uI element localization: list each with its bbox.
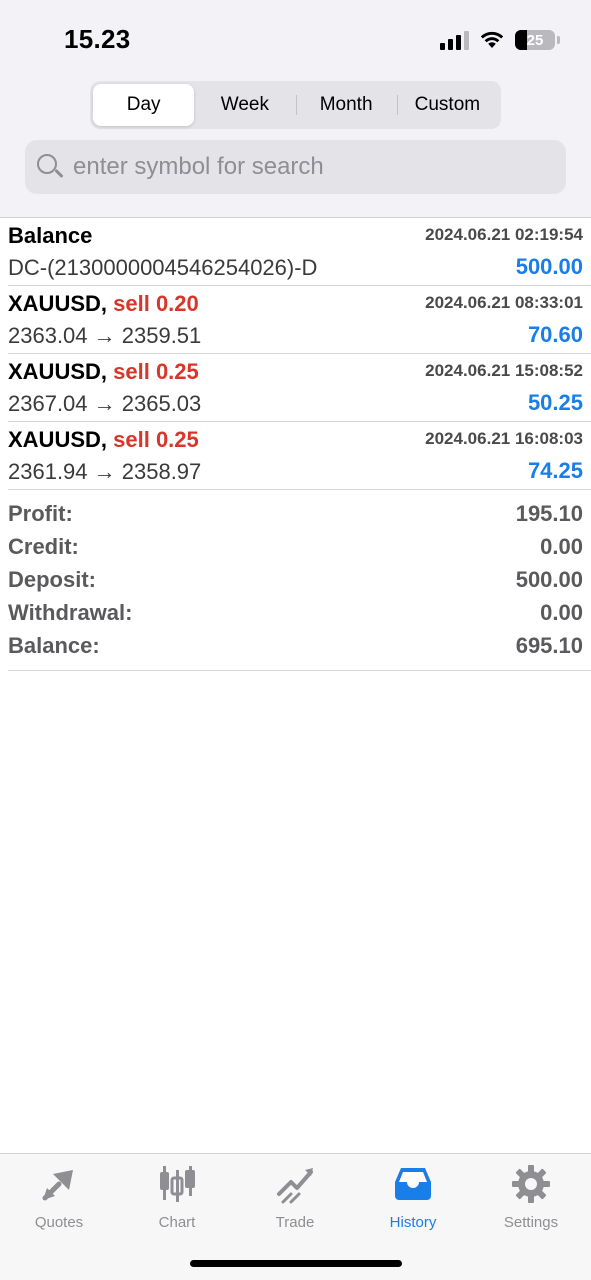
deal-title: XAUUSD, sell 0.25 [8, 359, 199, 385]
candlestick-chart-icon [155, 1162, 199, 1206]
segment-month[interactable]: Month [295, 84, 397, 126]
summary-value: 0.00 [540, 600, 583, 625]
status-time: 15.23 [64, 24, 131, 54]
tab-settings[interactable]: Settings [472, 1162, 590, 1238]
summary-label: Credit: [8, 534, 79, 559]
deal-detail: DC-(2130000004546254026)-D [8, 255, 318, 280]
deal-symbol: XAUUSD, [8, 359, 108, 384]
segment-day[interactable]: Day [93, 84, 195, 126]
summary-value: 500.00 [515, 567, 583, 592]
deal-prices: 2363.04 → 2359.51 [8, 323, 202, 348]
summary-balance: Balance: 695.10 [8, 630, 591, 663]
tab-history[interactable]: History [354, 1162, 472, 1238]
summary-deposit: Deposit: 500.00 [8, 564, 591, 597]
tab-trade[interactable]: Trade [236, 1162, 354, 1238]
summary-credit: Credit: 0.00 [8, 531, 591, 564]
deal-time: 2024.06.21 15:08:52 [425, 361, 583, 380]
gear-icon [509, 1162, 553, 1206]
deal-title: XAUUSD, sell 0.20 [8, 291, 199, 317]
tab-label: Trade [275, 1214, 315, 1231]
cellular-signal-icon [440, 30, 469, 50]
deal-time: 2024.06.21 08:33:01 [425, 293, 583, 312]
tab-label: Chart [158, 1214, 196, 1231]
deal-prices: 2367.04 → 2365.03 [8, 391, 202, 416]
deal-row[interactable]: XAUUSD, sell 0.25 2024.06.21 16:08:03 23… [8, 422, 591, 490]
inbox-tray-icon [391, 1162, 435, 1206]
segment-custom[interactable]: Custom [396, 84, 498, 126]
home-indicator [190, 1260, 402, 1267]
summary-label: Profit: [8, 501, 73, 526]
summary-label: Withdrawal: [8, 600, 133, 625]
deal-row[interactable]: XAUUSD, sell 0.20 2024.06.21 08:33:01 23… [8, 286, 591, 354]
deals-list: Balance 2024.06.21 02:19:54 DC-(21300000… [0, 218, 591, 490]
deal-type: sell 0.25 [113, 427, 199, 452]
summary-withdrawal: Withdrawal: 0.00 [8, 597, 591, 630]
deal-symbol: XAUUSD, [8, 427, 108, 452]
wifi-icon [480, 31, 504, 48]
status-icons: 25 [440, 27, 560, 53]
deal-title: XAUUSD, sell 0.25 [8, 427, 199, 453]
status-bar: 15.23 25 [0, 0, 591, 80]
deal-symbol: Balance [8, 223, 93, 248]
search-icon [35, 152, 65, 182]
deal-title: Balance [8, 223, 92, 249]
deal-profit: 74.25 [527, 458, 583, 483]
deal-time: 2024.06.21 02:19:54 [425, 225, 583, 244]
tab-quotes[interactable]: Quotes [0, 1162, 118, 1238]
deal-time: 2024.06.21 16:08:03 [425, 429, 583, 448]
deal-type: sell 0.20 [113, 291, 199, 316]
deal-amount: 500.00 [515, 254, 583, 279]
tab-label: Settings [503, 1214, 559, 1231]
divider [8, 670, 591, 671]
search-bar[interactable] [25, 140, 566, 194]
summary-value: 0.00 [540, 534, 583, 559]
trade-chart-icon [273, 1162, 317, 1206]
deal-prices: 2361.94 → 2358.97 [8, 459, 202, 484]
summary-profit: Profit: 195.10 [8, 498, 591, 531]
tab-chart[interactable]: Chart [118, 1162, 236, 1238]
deal-row[interactable]: XAUUSD, sell 0.25 2024.06.21 15:08:52 23… [8, 354, 591, 422]
summary-label: Deposit: [8, 567, 96, 592]
deal-type: sell 0.25 [113, 359, 199, 384]
summary-value: 695.10 [515, 633, 583, 658]
battery-percent: 25 [526, 31, 544, 49]
tab-label: History [389, 1214, 437, 1231]
deal-profit: 70.60 [527, 322, 583, 347]
search-input[interactable] [73, 153, 533, 181]
summary-value: 195.10 [515, 501, 583, 526]
deal-symbol: XAUUSD, [8, 291, 108, 316]
deal-row[interactable]: Balance 2024.06.21 02:19:54 DC-(21300000… [8, 218, 591, 286]
tab-label: Quotes [34, 1214, 84, 1231]
quotes-arrows-icon [37, 1162, 81, 1206]
period-segmented-control: Day Week Month Custom [90, 81, 501, 129]
summary-label: Balance: [8, 633, 100, 658]
segment-week[interactable]: Week [194, 84, 295, 126]
deal-profit: 50.25 [527, 390, 583, 415]
history-summary: Profit: 195.10 Credit: 0.00 Deposit: 500… [8, 498, 591, 663]
battery-icon: 25 [515, 30, 560, 50]
